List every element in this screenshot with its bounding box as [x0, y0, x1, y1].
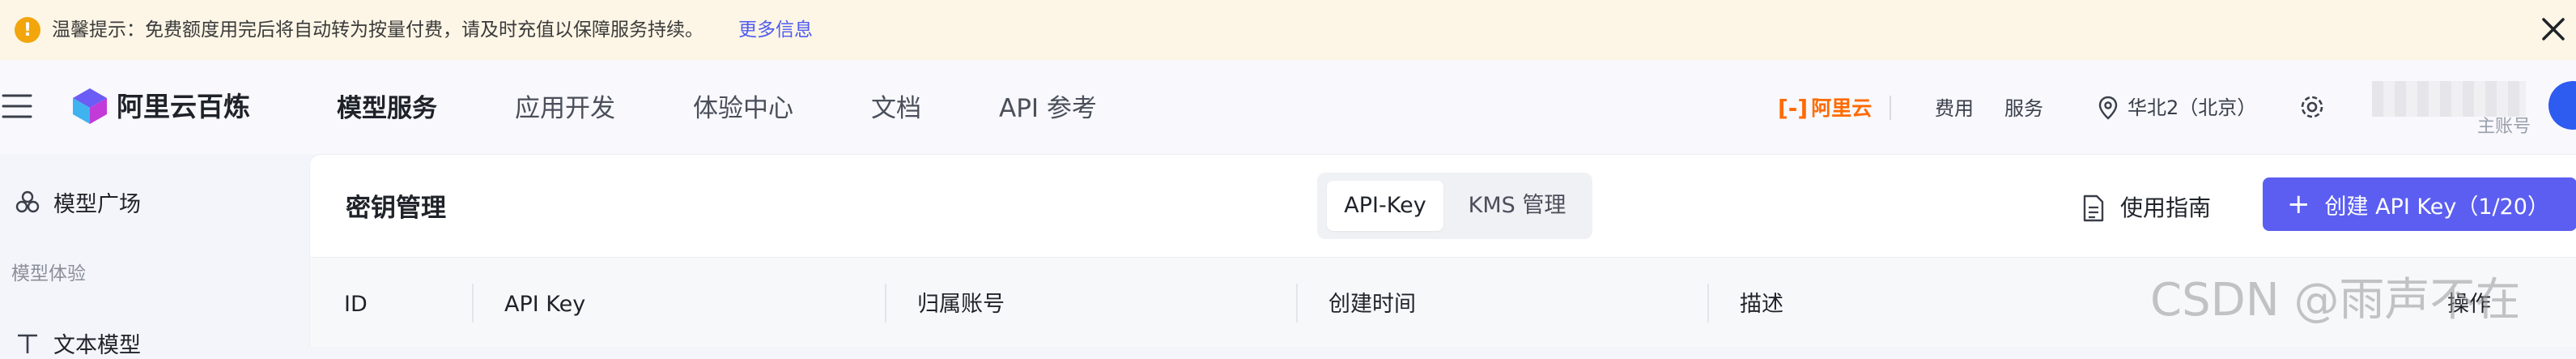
create-api-key-label: 创建 API Key（1/20） — [2324, 194, 2549, 220]
usage-guide-label: 使用指南 — [2120, 194, 2212, 221]
close-icon[interactable] — [2537, 11, 2570, 47]
create-api-key-button[interactable]: + 创建 API Key（1/20） — [2263, 177, 2576, 231]
service-link[interactable]: 服务 — [2004, 94, 2043, 123]
location-pin-icon — [2098, 96, 2118, 120]
notice-text: 温馨提示：免费额度用完后将自动转为按量付费，请及时充值以保障服务持续。 — [52, 19, 704, 41]
account-name-redacted[interactable] — [2372, 81, 2526, 117]
brand-name[interactable]: 阿里云百炼 — [117, 89, 250, 125]
header-divider — [1889, 96, 1891, 120]
tab-kms-management[interactable]: KMS 管理 — [1450, 181, 1584, 231]
main-panel: 密钥管理 API-Key KMS 管理 使用指南 + 创建 API Key（1/… — [309, 154, 2576, 347]
gear-icon[interactable] — [2296, 91, 2328, 123]
bailian-logo[interactable] — [70, 86, 110, 126]
nav-app-development[interactable]: 应用开发 — [515, 91, 615, 126]
menu-icon[interactable] — [0, 91, 36, 122]
document-icon — [2083, 194, 2104, 222]
sidebar-item-model-square[interactable]: 模型广场 — [15, 186, 141, 218]
page-title: 密钥管理 — [346, 194, 446, 223]
plus-icon: + — [2287, 188, 2310, 220]
region-label: 华北2（北京） — [2128, 96, 2257, 119]
usage-guide-link[interactable]: 使用指南 — [2081, 190, 2211, 226]
table-header: ID API Key 归属账号 创建时间 描述 操作 — [310, 257, 2576, 347]
aliyun-logo[interactable]: [-] 阿里云 — [1778, 92, 1872, 125]
nav-api-reference[interactable]: API 参考 — [999, 91, 1097, 126]
sidebar: 模型广场 模型体验 文本模型 — [0, 154, 309, 358]
aliyun-logo-mark: [-] — [1778, 95, 1809, 122]
column-header-owner-account: 归属账号 — [917, 292, 1005, 317]
avatar[interactable] — [2548, 81, 2576, 130]
text-model-icon — [18, 334, 37, 353]
nav-docs[interactable]: 文档 — [871, 91, 921, 126]
region-selector[interactable]: 华北2（北京） — [2098, 92, 2256, 123]
column-divider[interactable] — [472, 284, 474, 323]
key-type-segmented-control: API-Key KMS 管理 — [1317, 173, 1592, 239]
column-header-id: ID — [344, 292, 368, 317]
warning-icon: ! — [15, 17, 40, 43]
sidebar-group-model-experience: 模型体验 — [11, 263, 86, 284]
column-divider[interactable] — [885, 284, 886, 323]
nav-experience-center[interactable]: 体验中心 — [693, 91, 793, 126]
notice-bar: ! 温馨提示：免费额度用完后将自动转为按量付费，请及时充值以保障服务持续。 更多… — [0, 0, 2576, 60]
sidebar-item-label: 模型广场 — [53, 192, 141, 217]
model-square-icon — [15, 190, 40, 212]
account-type-label: 主账号 — [2477, 117, 2531, 137]
fees-link[interactable]: 费用 — [1935, 94, 1974, 123]
sidebar-item-label: 文本模型 — [53, 333, 141, 358]
column-header-api-key: API Key — [504, 292, 586, 317]
column-header-actions: 操作 — [2447, 292, 2491, 317]
nav-model-service[interactable]: 模型服务 — [337, 91, 437, 126]
sidebar-item-text-model[interactable]: 文本模型 — [15, 327, 141, 359]
column-header-description: 描述 — [1740, 292, 1783, 317]
aliyun-logo-text: 阿里云 — [1811, 96, 1872, 120]
column-divider[interactable] — [1296, 284, 1298, 323]
tab-api-key[interactable]: API-Key — [1327, 181, 1443, 231]
column-divider[interactable] — [1707, 284, 1709, 323]
column-header-created-time: 创建时间 — [1328, 292, 1416, 317]
more-info-link[interactable]: 更多信息 — [738, 16, 813, 44]
top-navigation: 阿里云百炼 模型服务 应用开发 体验中心 文档 API 参考 [-] 阿里云 费… — [0, 60, 2576, 154]
